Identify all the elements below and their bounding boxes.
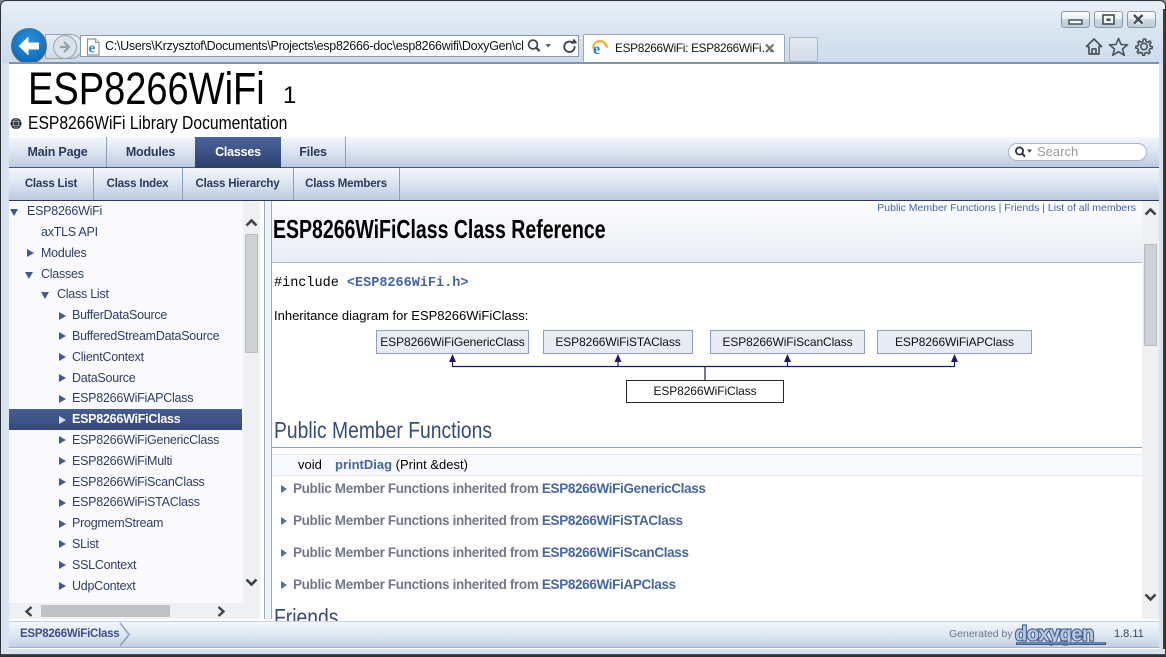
svg-text:e: e [89, 41, 96, 57]
